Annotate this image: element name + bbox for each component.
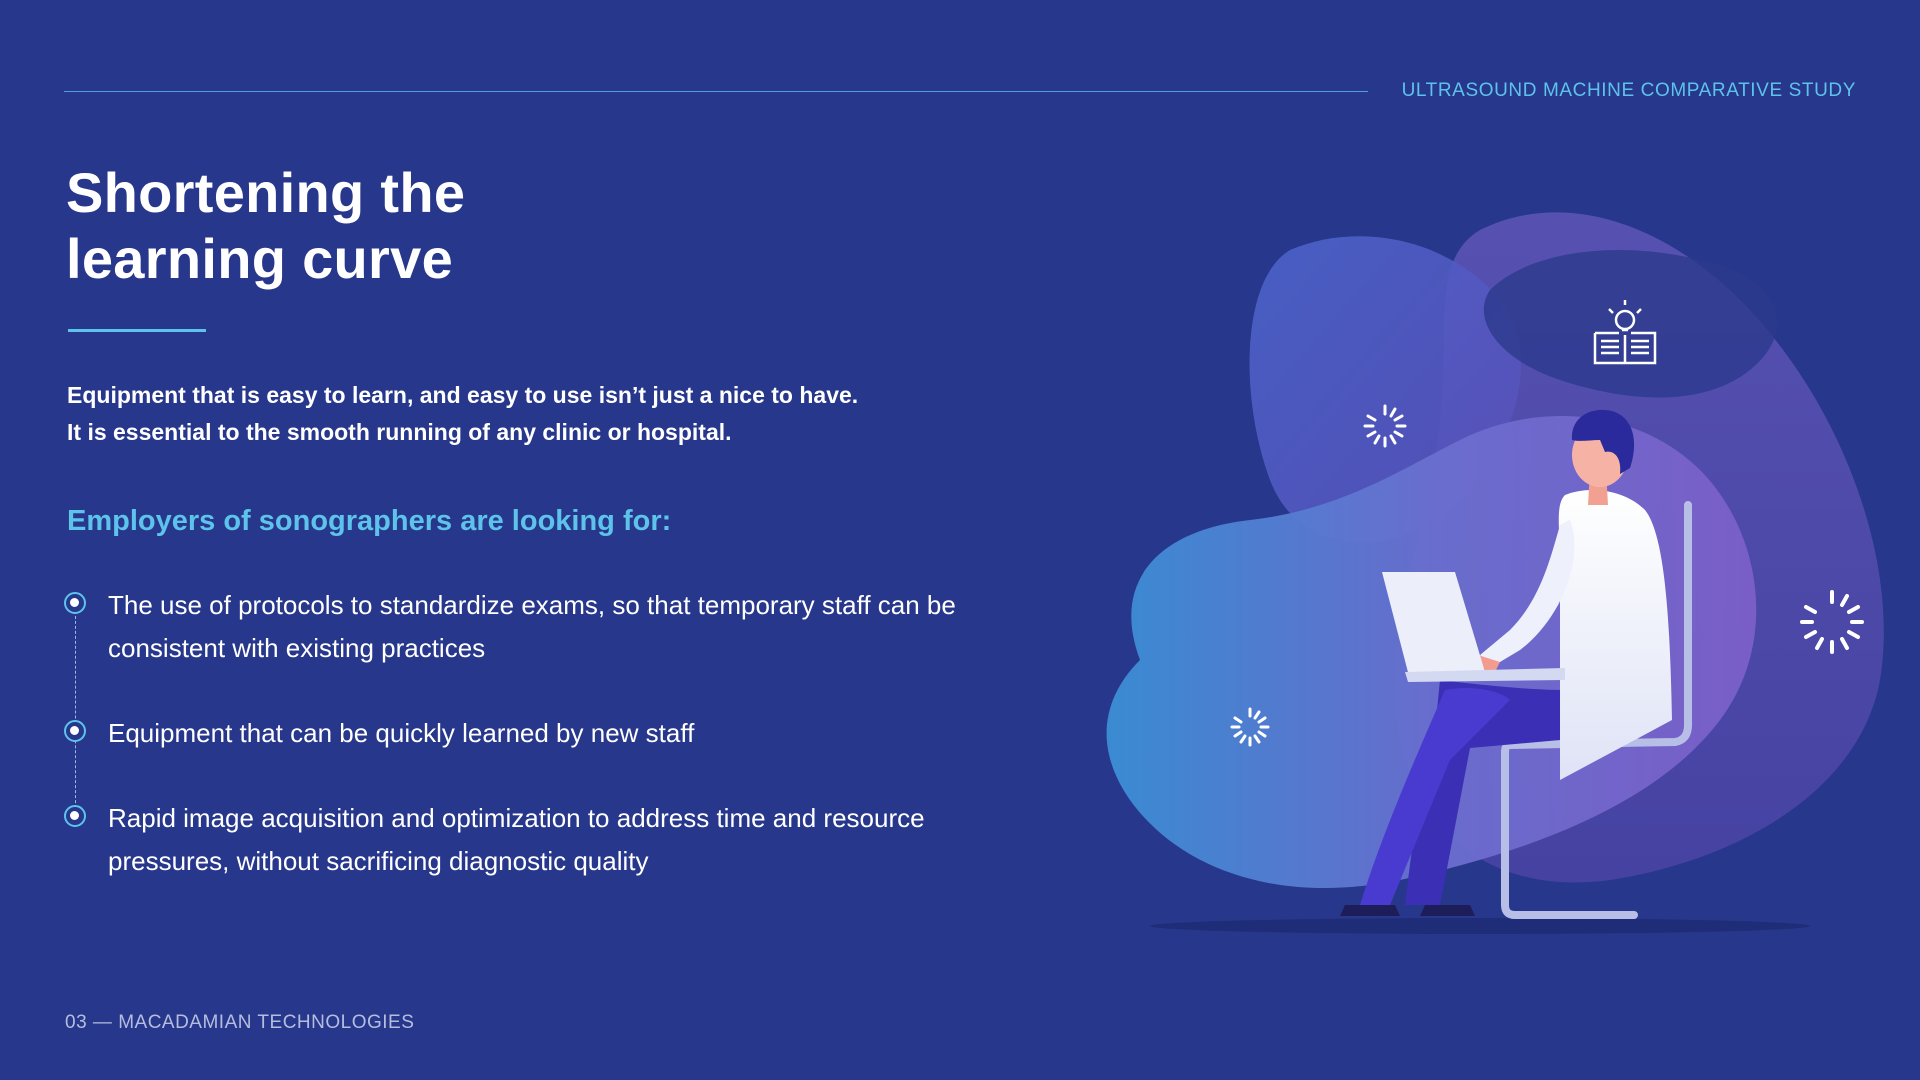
list-item-text: The use of protocols to standardize exam… (108, 590, 956, 663)
list-item-text: Rapid image acquisition and optimization… (108, 803, 925, 876)
doctor-shoes (1340, 905, 1475, 916)
intro-line-2: It is essential to the smooth running of… (67, 419, 732, 445)
intro-paragraph: Equipment that is easy to learn, and eas… (67, 377, 967, 451)
timeline-connector (75, 606, 76, 818)
title-underline (68, 329, 206, 332)
page-title-line-1: Shortening the (66, 161, 466, 224)
ground-shadow (1150, 918, 1810, 934)
section-subheading: Employers of sonographers are looking fo… (67, 505, 672, 537)
header-rule (64, 91, 1368, 92)
study-title: ULTRASOUND MACHINE COMPARATIVE STUDY (1401, 80, 1856, 101)
bullet-marker-icon (64, 720, 86, 742)
page-title-line-2: learning curve (66, 227, 454, 290)
footer-page-label: 03 — MACADAMIAN TECHNOLOGIES (65, 1012, 415, 1033)
doctor-laptop-illustration (1106, 212, 1884, 934)
intro-line-1: Equipment that is easy to learn, and eas… (67, 382, 859, 408)
bullet-marker-icon (64, 592, 86, 614)
list-item-text: Equipment that can be quickly learned by… (108, 718, 695, 748)
page-title: Shortening the learning curve (66, 160, 766, 292)
bullet-marker-icon (64, 805, 86, 827)
